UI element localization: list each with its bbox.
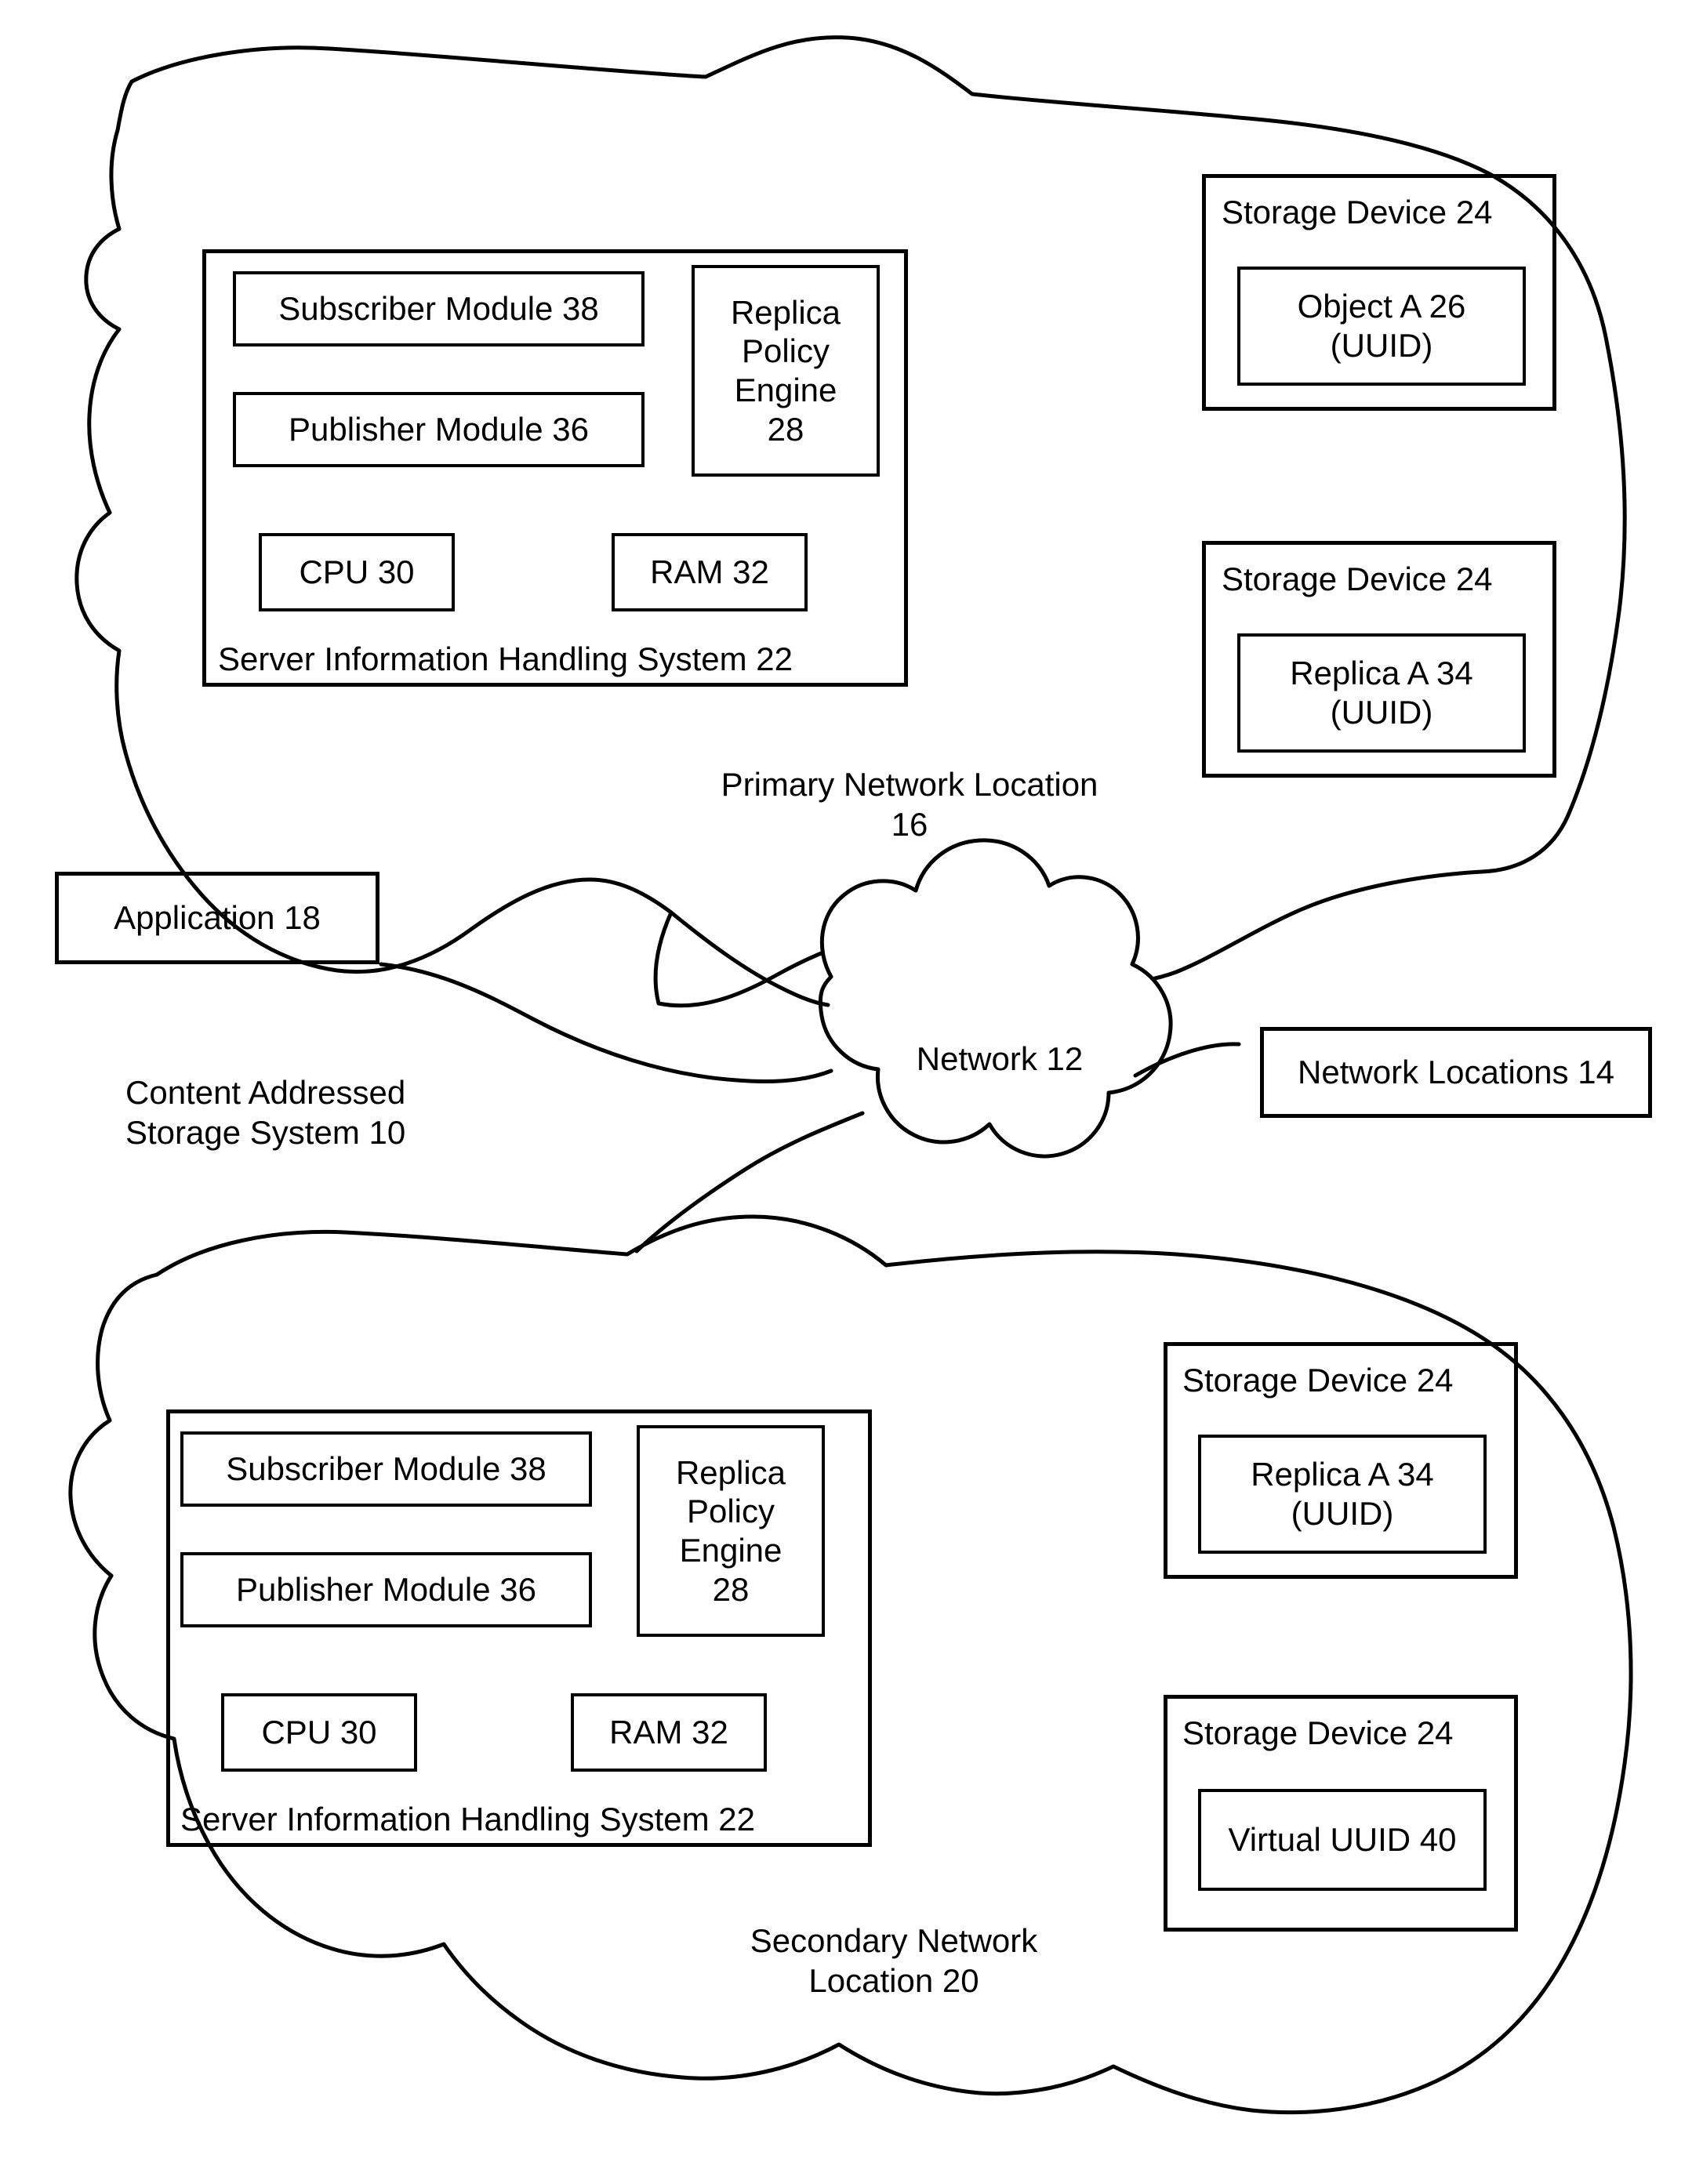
secondary-publisher-module-box: Publisher Module 36 bbox=[180, 1552, 592, 1627]
primary-ram-label: RAM 32 bbox=[650, 553, 769, 591]
secondary-replica-policy-engine-box: Replica Policy Engine 28 bbox=[637, 1425, 825, 1637]
primary-object-a-box: Object A 26 (UUID) bbox=[1237, 267, 1526, 386]
primary-publisher-module-label: Publisher Module 36 bbox=[289, 411, 589, 448]
secondary-virtual-uuid-box: Virtual UUID 40 bbox=[1198, 1789, 1487, 1891]
primary-replica-a-box: Replica A 34 (UUID) bbox=[1237, 633, 1526, 753]
secondary-ram-label: RAM 32 bbox=[609, 1714, 728, 1751]
secondary-replica-policy-engine-label: Replica Policy Engine 28 bbox=[675, 1453, 786, 1608]
primary-subscriber-module-box: Subscriber Module 38 bbox=[233, 271, 645, 346]
secondary-replica-a-label: Replica A 34 (UUID) bbox=[1251, 1456, 1434, 1532]
network-locations-label: Network Locations 14 bbox=[1298, 1054, 1614, 1091]
secondary-storage-device-1-title: Storage Device 24 bbox=[1182, 1362, 1454, 1399]
application-label: Application 18 bbox=[114, 899, 321, 937]
primary-cpu-box: CPU 30 bbox=[259, 533, 455, 611]
primary-replica-a-label: Replica A 34 (UUID) bbox=[1290, 655, 1473, 731]
content-addressed-storage-system-label: Content Addressed Storage System 10 bbox=[125, 1074, 406, 1152]
primary-storage-device-1-title: Storage Device 24 bbox=[1222, 194, 1493, 230]
network-cloud-label: Network 12 bbox=[916, 1040, 1084, 1077]
primary-network-location-label: Primary Network Location 16 bbox=[721, 766, 1098, 843]
primary-publisher-module-box: Publisher Module 36 bbox=[233, 392, 645, 467]
primary-object-a-label: Object A 26 (UUID) bbox=[1297, 288, 1466, 364]
network-locations-box: Network Locations 14 bbox=[1260, 1027, 1652, 1118]
secondary-cpu-label: CPU 30 bbox=[261, 1714, 377, 1751]
application-box: Application 18 bbox=[55, 872, 379, 964]
secondary-subscriber-module-label: Subscriber Module 38 bbox=[226, 1450, 546, 1488]
primary-ram-box: RAM 32 bbox=[612, 533, 808, 611]
secondary-storage-device-2-title: Storage Device 24 bbox=[1182, 1714, 1454, 1751]
patent-figure: Subscriber Module 38 Publisher Module 36… bbox=[0, 0, 1703, 2184]
primary-replica-policy-engine-label: Replica Policy Engine 28 bbox=[730, 293, 841, 448]
primary-cpu-label: CPU 30 bbox=[299, 553, 415, 591]
secondary-publisher-module-label: Publisher Module 36 bbox=[236, 1571, 536, 1609]
secondary-virtual-uuid-label: Virtual UUID 40 bbox=[1228, 1821, 1457, 1859]
secondary-network-location-label: Secondary Network Location 20 bbox=[750, 1922, 1038, 2000]
secondary-subscriber-module-box: Subscriber Module 38 bbox=[180, 1431, 592, 1507]
primary-server-title: Server Information Handling System 22 bbox=[218, 640, 793, 677]
network-cloud-icon bbox=[818, 838, 1173, 1159]
primary-subscriber-module-label: Subscriber Module 38 bbox=[278, 290, 599, 328]
secondary-server-title: Server Information Handling System 22 bbox=[180, 1801, 756, 1838]
secondary-replica-a-box: Replica A 34 (UUID) bbox=[1198, 1435, 1487, 1554]
primary-storage-device-2-title: Storage Device 24 bbox=[1222, 561, 1493, 597]
secondary-ram-box: RAM 32 bbox=[571, 1693, 767, 1772]
primary-replica-policy-engine-box: Replica Policy Engine 28 bbox=[692, 265, 880, 477]
secondary-cpu-box: CPU 30 bbox=[221, 1693, 417, 1772]
